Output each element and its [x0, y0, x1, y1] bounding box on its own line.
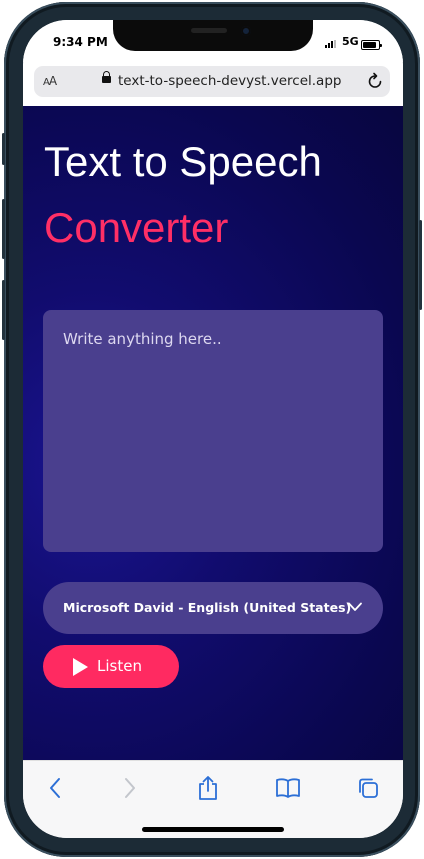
address-bar[interactable]: AA text-to-speech-devyst.vercel.app: [34, 66, 390, 97]
tabs-icon: [359, 778, 378, 798]
share-icon: [199, 776, 217, 800]
play-icon: [73, 658, 88, 676]
phone-screen: 9:34 PM 5G AA text-to-speech-devyst.verc…: [23, 20, 403, 838]
app-content: Text to Speech Converter Microsoft David…: [23, 106, 403, 760]
volume-up-button: [2, 199, 5, 259]
browser-toolbar: [23, 760, 403, 838]
signal-icon: [325, 40, 339, 48]
page-title: Text to Speech: [44, 138, 322, 185]
volume-down-button: [2, 280, 5, 340]
mute-switch: [2, 133, 5, 165]
back-button[interactable]: [40, 773, 70, 803]
network-label: 5G: [342, 35, 359, 48]
forward-icon: [125, 778, 135, 798]
bookmarks-icon: [276, 778, 300, 798]
lock-icon: [102, 71, 111, 83]
home-indicator: [142, 827, 284, 832]
chevron-down-icon: [348, 602, 362, 611]
url-text[interactable]: text-to-speech-devyst.vercel.app: [118, 73, 341, 89]
page-subtitle: Converter: [44, 204, 229, 251]
listen-button[interactable]: Listen: [43, 645, 179, 688]
back-icon: [50, 778, 60, 798]
status-time: 9:34 PM: [53, 35, 108, 49]
camera-icon: [241, 26, 251, 36]
voice-select[interactable]: Microsoft David - English (United States…: [43, 582, 383, 634]
reload-icon[interactable]: [366, 72, 384, 90]
speaker-grille: [191, 28, 227, 33]
bookmarks-button[interactable]: [273, 773, 303, 803]
battery-icon: [361, 40, 382, 50]
text-size-button[interactable]: AA: [43, 74, 57, 88]
share-button[interactable]: [193, 773, 223, 803]
power-button: [419, 220, 422, 310]
voice-selected-label: Microsoft David - English (United States…: [63, 600, 352, 615]
tabs-button[interactable]: [353, 773, 383, 803]
text-input[interactable]: [43, 310, 383, 552]
forward-button[interactable]: [115, 773, 145, 803]
listen-label: Listen: [97, 657, 142, 675]
notch: [113, 20, 313, 51]
